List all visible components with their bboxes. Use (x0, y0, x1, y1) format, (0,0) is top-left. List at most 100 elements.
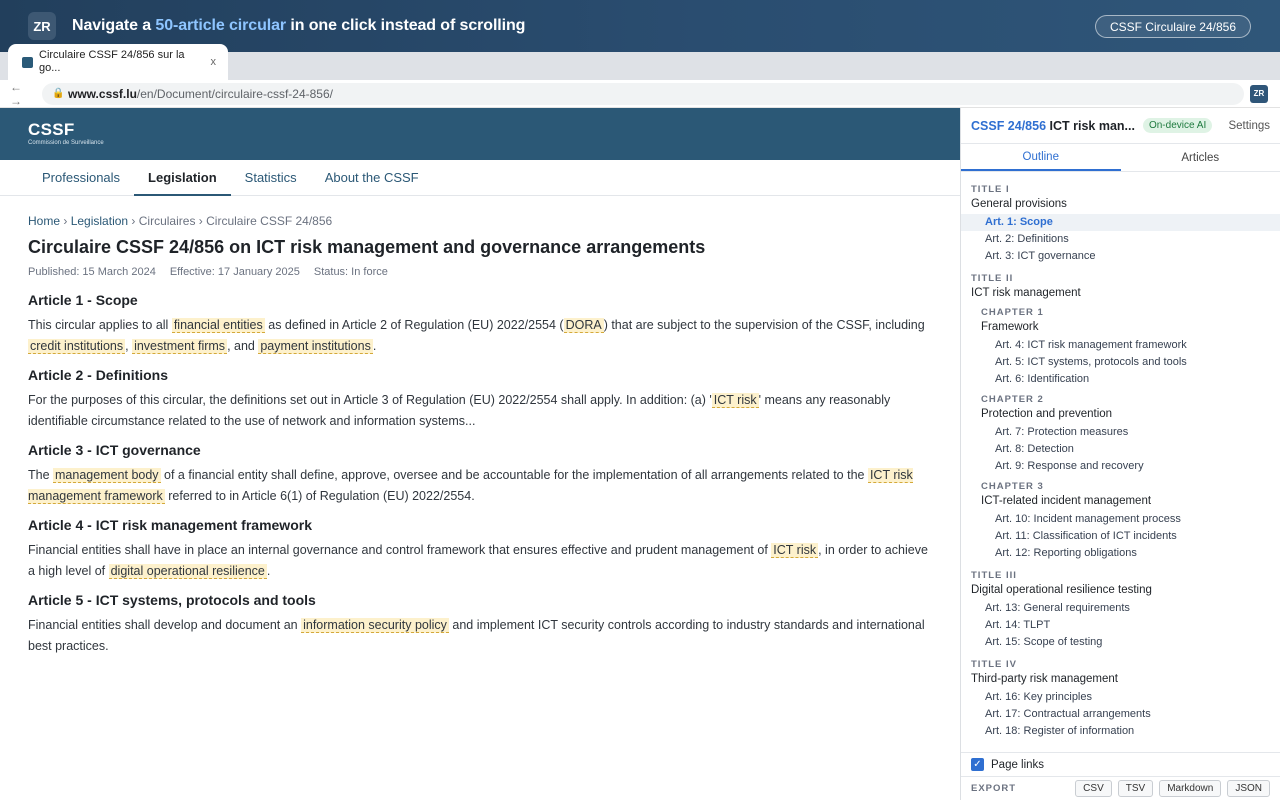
outline-panel: CSSF 24/856 ICT risk man... On-device AI… (960, 108, 1280, 800)
article-3: Article 3 - ICT governance The managemen… (28, 442, 932, 507)
nav-professionals[interactable]: Professionals (28, 160, 134, 195)
term-highlight[interactable]: information security policy (301, 618, 449, 633)
outline-item[interactable]: Art. 8: Detection (961, 441, 1280, 458)
panel-title: CSSF 24/856 ICT risk man... (971, 118, 1135, 133)
outline-title-3: TITLE III Digital operational resilience… (961, 570, 1280, 651)
chapter-label: CHAPTER 2 (981, 394, 1044, 405)
chapter-name[interactable]: Protection and prevention (961, 406, 1280, 422)
term-highlight[interactable]: financial entities (171, 318, 265, 333)
export-tsv-button[interactable]: TSV (1117, 780, 1154, 797)
outline-item[interactable]: Art. 18: Register of information (961, 723, 1280, 740)
export-markdown-button[interactable]: Markdown (1159, 780, 1222, 797)
breadcrumb-sep: › (198, 214, 203, 228)
outline-item[interactable]: Art. 7: Protection measures (961, 424, 1280, 441)
outline-item[interactable]: Art. 9: Response and recovery (961, 458, 1280, 475)
tab-title: Circulaire CSSF 24/856 sur la go... (39, 49, 185, 74)
panel-header: CSSF 24/856 ICT risk man... On-device AI… (961, 108, 1280, 144)
document-pill[interactable]: CSSF Circulaire 24/856 (1094, 15, 1251, 38)
article-5: Article 5 - ICT systems, protocols and t… (28, 592, 932, 657)
outline-chapter-3: CHAPTER 3 ICT-related incident managemen… (961, 481, 1280, 562)
outline-item[interactable]: Art. 4: ICT risk management framework (961, 337, 1280, 354)
term-highlight[interactable]: management body (53, 468, 161, 483)
tab-outline[interactable]: Outline (961, 144, 1121, 171)
breadcrumb-sep: › (63, 214, 68, 228)
browser-tab[interactable]: Circulaire CSSF 24/856 sur la go... x (8, 44, 228, 80)
nav-about[interactable]: About the CSSF (311, 160, 433, 195)
article-body: Financial entities shall develop and doc… (28, 618, 925, 653)
chapter-label: CHAPTER 3 (981, 481, 1044, 492)
title-name[interactable]: Third-party risk management (961, 671, 1280, 687)
headline-highlight: 50-article circular (155, 17, 287, 34)
back-forward-icon[interactable]: ← → (10, 80, 38, 108)
term-highlight[interactable]: ICT risk (711, 393, 759, 408)
outline-item[interactable]: Art. 11: Classification of ICT incidents (961, 528, 1280, 545)
outline-item[interactable]: Art. 13: General requirements (961, 600, 1280, 617)
article-body: Financial entities shall have in place a… (28, 543, 928, 579)
article-heading: Article 3 - ICT governance (28, 442, 201, 458)
outline-item[interactable]: Art. 5: ICT systems, protocols and tools (961, 354, 1280, 371)
web-page: CSSF Commission de Surveillance Professi… (0, 108, 960, 800)
outline-tree: TITLE I General provisions Art. 1: Scope… (961, 172, 1280, 748)
tab-articles[interactable]: Articles (1121, 144, 1280, 171)
chapter-name[interactable]: Framework (961, 319, 1280, 335)
breadcrumb: Home › Legislation › Circulaires › Circu… (28, 214, 960, 228)
breadcrumb-legislation[interactable]: Legislation (71, 214, 128, 228)
outline-item[interactable]: Art. 10: Incident management process (961, 511, 1280, 528)
check-icon[interactable]: ✓ (971, 758, 984, 771)
export-bar: EXPORT CSV TSV Markdown JSON (961, 776, 1280, 800)
panel-tabs: Outline Articles (961, 144, 1280, 172)
outline-item[interactable]: Art. 17: Contractual arrangements (961, 706, 1280, 723)
term-highlight[interactable]: DORA (563, 318, 604, 333)
outline-item[interactable]: Art. 3: ICT governance (961, 248, 1280, 265)
outline-title-1: TITLE I General provisions Art. 1: Scope… (961, 184, 1280, 265)
document-meta: Published: 15 March 2024 Effective: 17 J… (28, 266, 960, 278)
nav-statistics[interactable]: Statistics (231, 160, 311, 195)
term-highlight[interactable]: credit institutions (28, 339, 126, 354)
page-links-toggle[interactable]: ✓ Page links (961, 752, 1280, 776)
extension-icon[interactable]: ZR (1250, 84, 1268, 103)
article-2: Article 2 - Definitions For the purposes… (28, 367, 932, 432)
breadcrumb-home[interactable]: Home (28, 214, 60, 228)
site-nav: Professionals Legislation Statistics Abo… (0, 160, 960, 196)
url-input[interactable]: 🔒 www.cssf.lu/en/Document/circulaire-css… (42, 82, 1244, 105)
title-label: TITLE III (971, 570, 1017, 581)
outline-item[interactable]: Art. 15: Scope of testing (961, 634, 1280, 651)
settings-button[interactable]: Settings (1228, 120, 1270, 132)
term-highlight[interactable]: investment firms (132, 339, 228, 354)
term-highlight[interactable]: payment institutions (258, 339, 373, 354)
term-highlight[interactable]: ICT risk (771, 543, 819, 558)
article-heading: Article 1 - Scope (28, 292, 138, 308)
title-name[interactable]: General provisions (961, 196, 1280, 212)
close-icon[interactable]: x (211, 56, 217, 68)
article-heading: Article 5 - ICT systems, protocols and t… (28, 592, 316, 608)
browser-tabstrip: Circulaire CSSF 24/856 sur la go... x (0, 44, 1280, 80)
headline-post: in one click instead of scrolling (286, 17, 526, 34)
article-body: This circular applies to all financial e… (28, 318, 925, 354)
outline-item[interactable]: Art. 12: Reporting obligations (961, 545, 1280, 562)
breadcrumb-sep: › (131, 214, 136, 228)
outline-item[interactable]: Art. 6: Identification (961, 371, 1280, 388)
cssf-logo[interactable]: CSSF (28, 121, 960, 139)
title-name[interactable]: Digital operational resilience testing (961, 582, 1280, 598)
status-text: Status: In force (313, 266, 388, 278)
outline-item[interactable]: Art. 1: Scope (961, 214, 1280, 231)
outline-item[interactable]: Art. 14: TLPT (961, 617, 1280, 634)
lock-icon: 🔒 (52, 88, 65, 99)
chapter-label: CHAPTER 1 (981, 307, 1044, 318)
nav-legislation[interactable]: Legislation (134, 160, 231, 196)
outline-chapter-1: CHAPTER 1 Framework Art. 4: ICT risk man… (961, 307, 1280, 388)
term-highlight[interactable]: digital operational resilience (108, 564, 267, 579)
export-json-button[interactable]: JSON (1227, 780, 1270, 797)
export-csv-button[interactable]: CSV (1075, 780, 1112, 797)
article-body: The management body of a financial entit… (28, 468, 913, 504)
article-heading: Article 4 - ICT risk management framewor… (28, 517, 312, 533)
article-heading: Article 2 - Definitions (28, 367, 169, 383)
url-path: /en/Document/circulaire-cssf-24-856/ (136, 86, 333, 101)
title-name[interactable]: ICT risk management (961, 285, 1280, 301)
page-links-label: Page links (991, 758, 1045, 771)
chapter-name[interactable]: ICT-related incident management (961, 493, 1280, 509)
favicon-icon (22, 56, 33, 68)
outline-item[interactable]: Art. 2: Definitions (961, 231, 1280, 248)
outline-item[interactable]: Art. 16: Key principles (961, 689, 1280, 706)
outline-title-2: TITLE II ICT risk management CHAPTER 1 F… (961, 273, 1280, 562)
